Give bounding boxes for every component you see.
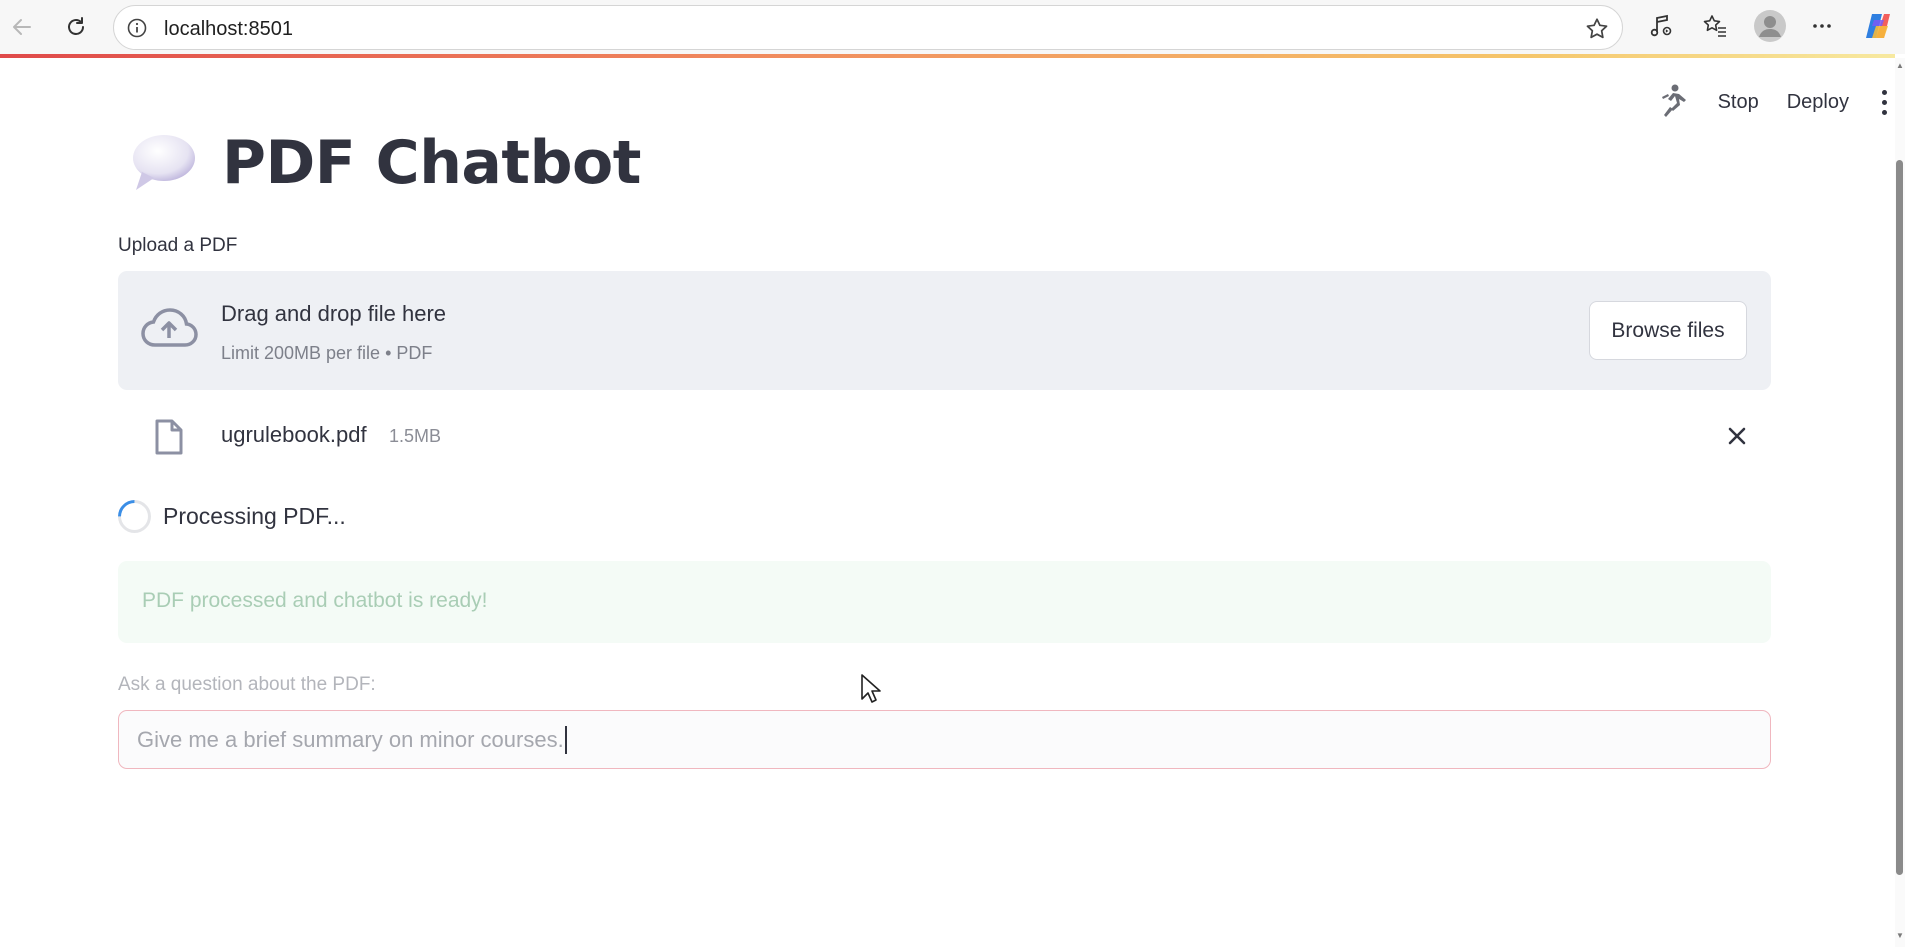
close-icon[interactable] [1725,424,1749,448]
question-input-value: Give me a brief summary on minor courses… [137,726,564,752]
address-bar[interactable]: localhost:8501 [113,5,1623,50]
reload-button[interactable] [58,9,94,45]
dropzone-subtitle: Limit 200MB per file • PDF [221,343,433,363]
more-horizontal-icon [1813,24,1831,28]
address-text: localhost:8501 [164,18,293,40]
loading-bar [0,54,1895,58]
scroll-up-icon[interactable]: ▲ [1896,62,1904,70]
success-text: PDF processed and chatbot is ready! [142,589,488,612]
upload-label: Upload a PDF [118,235,238,256]
page-title: PDF Chatbot [222,128,641,198]
file-name: ugrulebook.pdf [221,422,367,447]
avatar-icon [1754,10,1786,42]
success-alert: PDF processed and chatbot is ready! [118,561,1771,643]
browser-toolbar: localhost:8501 [0,0,1905,54]
running-man-icon [1656,82,1690,122]
file-size: 1.5MB [389,426,442,446]
music-note-icon [1650,14,1672,37]
question-input[interactable]: Give me a brief summary on minor courses… [118,710,1771,769]
back-button[interactable] [4,9,40,45]
question-label: Ask a question about the PDF: [118,674,376,695]
app-header: Stop Deploy [1656,78,1891,126]
menu-dot [1881,99,1887,105]
more-button[interactable] [1807,11,1837,41]
uploaded-file-row: ugrulebook.pdf 1.5MB [118,410,1771,462]
copilot-button[interactable] [1861,11,1895,41]
cloud-upload-icon [141,308,198,347]
info-icon[interactable] [126,17,148,39]
arrow-left-icon [13,19,31,35]
profile-button[interactable] [1753,9,1787,43]
stop-button[interactable]: Stop [1718,91,1759,114]
scrollbar-thumb[interactable] [1896,160,1903,875]
favorites-button[interactable] [1700,11,1730,41]
speech-balloon-icon [133,135,195,190]
mouse-cursor-icon [861,674,881,703]
page-title-row: PDF Chatbot [128,128,641,198]
browse-files-button[interactable]: Browse files [1589,301,1747,360]
favorites-icon [1703,15,1726,37]
processing-status: Processing PDF... [111,493,346,540]
copilot-icon [1866,14,1890,38]
text-caret [564,725,567,754]
dropzone-title: Drag and drop file here [221,301,447,326]
processing-text: Processing PDF... [163,503,346,529]
file-icon [155,419,183,455]
spinner-icon [111,493,158,540]
scroll-down-icon[interactable]: ▼ [1896,932,1904,940]
star-icon[interactable] [1584,16,1610,42]
menu-dot [1881,109,1887,115]
reload-icon [68,17,84,35]
main-menu-button[interactable] [1877,87,1891,117]
deploy-button[interactable]: Deploy [1787,91,1849,114]
menu-dot [1881,89,1887,95]
file-dropzone[interactable]: Drag and drop file here Limit 200MB per … [118,271,1771,390]
media-button[interactable] [1646,11,1676,41]
